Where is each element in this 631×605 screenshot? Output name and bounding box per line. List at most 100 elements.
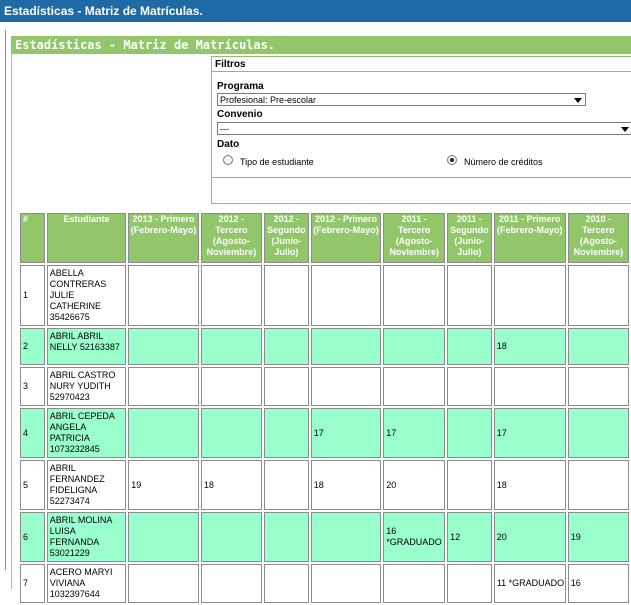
cell-value: [310, 328, 382, 365]
cell-value: 16: [567, 564, 629, 603]
cell-value: [264, 328, 309, 365]
row-number: 1: [20, 265, 45, 326]
cell-value: [447, 367, 492, 406]
cell-value: 18: [493, 328, 566, 365]
chevron-down-icon: [621, 127, 629, 132]
cell-value: [447, 265, 492, 326]
header-2012-segundo: 2012 - Segundo (Junio-Julio): [264, 213, 309, 263]
header-2011-tercero: 2011 - Tercero (Agosto-Noviembre): [383, 213, 446, 263]
option-numero-label: Número de créditos: [464, 157, 543, 167]
cell-value: [383, 265, 446, 326]
header-2012-primero: 2012 - Primero (Febrero-Mayo): [310, 213, 382, 263]
student-name: ABRIL MOLINA LUISA FERNANDA 53021229: [46, 512, 127, 562]
chevron-down-icon: [574, 98, 582, 103]
table-row: 2 ABRIL ABRIL NELLY 52163387 18: [20, 328, 629, 365]
filters-footer: [212, 177, 631, 204]
panel-title: Estadísticas - Matriz de Matrículas.: [11, 36, 631, 54]
cell-value: [200, 328, 263, 365]
header-2011-primero: 2011 - Primero (Febrero-Mayo): [493, 213, 566, 263]
header-2010-tercero: 2010 - Tercero (Agosto-Noviembre): [567, 213, 629, 263]
cell-value: [128, 564, 199, 603]
convenio-select[interactable]: ---: [217, 122, 631, 135]
table-row: 6 ABRIL MOLINA LUISA FERNANDA 53021229 1…: [20, 512, 629, 562]
header-2012-tercero: 2012 - Tercero (Agosto-Noviembre): [200, 213, 263, 263]
cell-value: [383, 328, 446, 365]
cell-value: 11 *GRADUADO: [493, 564, 566, 603]
cell-value: [567, 460, 629, 510]
cell-value: [310, 564, 382, 603]
cell-value: 19: [567, 512, 629, 562]
cell-value: [200, 408, 263, 458]
cell-value: [128, 328, 199, 365]
dato-label: Dato: [217, 139, 240, 150]
student-name: ABRIL CASTRO NURY YUDITH 52970423: [46, 367, 127, 406]
cell-value: [264, 564, 309, 603]
filters-box: Filtros Programa Profesional: Pre-escola…: [211, 56, 631, 204]
convenio-value: ---: [220, 124, 229, 134]
cell-value: [567, 265, 629, 326]
filters-title: Filtros: [212, 57, 631, 72]
cell-value: [264, 512, 309, 562]
cell-value: 18: [200, 460, 263, 510]
row-number: 2: [20, 328, 45, 365]
table-row: 7 ACERO MARYI VIVIANA 1032397644 11 *GRA…: [20, 564, 629, 603]
table-row: 1 ABELLA CONTRERAS JULIE CATHERINE 35426…: [20, 265, 629, 326]
cell-value: [310, 512, 382, 562]
row-number: 3: [20, 367, 45, 406]
student-name: ABELLA CONTRERAS JULIE CATHERINE 3542667…: [46, 265, 127, 326]
cell-value: 20: [493, 512, 566, 562]
cell-value: [383, 367, 446, 406]
row-number: 7: [20, 564, 45, 603]
option-tipo-label: Tipo de estudiante: [240, 157, 314, 167]
cell-value: [567, 367, 629, 406]
cell-value: [264, 265, 309, 326]
cell-value: [310, 367, 382, 406]
header-index: #: [20, 213, 45, 263]
cell-value: [128, 408, 199, 458]
cell-value: [447, 328, 492, 365]
cell-value: [264, 367, 309, 406]
radio-tipo-estudiante[interactable]: [223, 155, 233, 165]
programa-select[interactable]: Profesional: Pre-escolar: [217, 93, 586, 106]
cell-value: 20: [383, 460, 446, 510]
radio-numero-creditos[interactable]: [447, 155, 457, 165]
cell-value: [128, 265, 199, 326]
student-name: ABRIL FERNANDEZ FIDELIGNA 52273474: [46, 460, 127, 510]
cell-value: [200, 512, 263, 562]
table-row: 5 ABRIL FERNANDEZ FIDELIGNA 52273474 19 …: [20, 460, 629, 510]
cell-value: [310, 265, 382, 326]
cell-value: 17: [383, 408, 446, 458]
cell-value: [447, 460, 492, 510]
matriculas-table: # Estudiante 2013 - Primero (Febrero-May…: [18, 211, 631, 605]
cell-value: [200, 367, 263, 406]
student-name: ABRIL ABRIL NELLY 52163387: [46, 328, 127, 365]
cell-value: [567, 328, 629, 365]
cell-value: [493, 265, 566, 326]
cell-value: 19: [128, 460, 199, 510]
cell-value: [493, 367, 566, 406]
cell-value: [447, 564, 492, 603]
student-name: ACERO MARYI VIVIANA 1032397644: [46, 564, 127, 603]
cell-value: [447, 408, 492, 458]
programa-label: Programa: [217, 81, 264, 92]
row-number: 6: [20, 512, 45, 562]
cell-value: [383, 564, 446, 603]
convenio-label: Convenio: [217, 109, 263, 120]
header-2011-segundo: 2011 - Segundo (Junio-Julio): [447, 213, 492, 263]
cell-value: [128, 367, 199, 406]
cell-value: 12: [447, 512, 492, 562]
row-number: 4: [20, 408, 45, 458]
cell-value: [200, 564, 263, 603]
row-number: 5: [20, 460, 45, 510]
cell-value: 17: [310, 408, 382, 458]
cell-value: [567, 408, 629, 458]
cell-value: [264, 460, 309, 510]
table-row: 4 ABRIL CEPEDA ANGELA PATRICIA 107323284…: [20, 408, 629, 458]
cell-value: 17: [493, 408, 566, 458]
cell-value: 18: [493, 460, 566, 510]
cell-value: [128, 512, 199, 562]
programa-value: Profesional: Pre-escolar: [220, 95, 317, 105]
left-border: [5, 30, 6, 570]
cell-value: 18: [310, 460, 382, 510]
cell-value: [200, 265, 263, 326]
